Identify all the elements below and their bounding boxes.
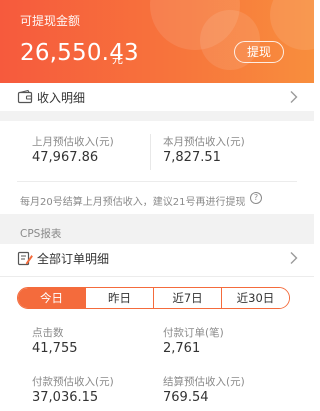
clicks-value: 41,755 xyxy=(32,341,78,356)
paid-orders-label: 付款订单(笔) xyxy=(163,327,224,339)
stats-divider xyxy=(150,134,151,170)
balance-unit: 元 xyxy=(112,53,123,66)
divider xyxy=(0,276,314,277)
tab-last-30-days[interactable]: 近30日 xyxy=(221,288,289,308)
clicks-label: 点击数 xyxy=(32,327,64,339)
withdraw-button[interactable]: 提现 xyxy=(234,41,284,63)
last-month-estimate-value: 47,967.86 xyxy=(32,150,99,165)
tab-last-7-days[interactable]: 近7日 xyxy=(153,288,221,308)
help-icon[interactable]: ? xyxy=(250,192,262,204)
chevron-right-icon xyxy=(290,91,298,103)
paid-orders-value: 2,761 xyxy=(163,341,201,356)
all-orders-label: 全部订单明细 xyxy=(37,252,110,266)
all-orders-row[interactable]: 全部订单明细 xyxy=(0,244,314,272)
settled-income-value: 769.54 xyxy=(163,390,209,405)
paid-income-label: 付款预估收入(元) xyxy=(32,376,114,388)
income-detail-row[interactable]: 收入明细 xyxy=(0,83,314,111)
last-month-estimate-label: 上月预估收入(元) xyxy=(32,136,114,148)
section-gap xyxy=(0,111,314,121)
balance-title: 可提现金额 xyxy=(20,14,81,28)
income-detail-label: 收入明细 xyxy=(37,91,86,105)
settled-income-label: 结算预估收入(元) xyxy=(163,376,245,388)
edit-document-icon xyxy=(17,251,33,266)
balance-header: 可提现金额 26,550.43 元 提现 xyxy=(0,0,314,83)
wallet-icon xyxy=(17,89,33,104)
paid-income-value: 37,036.15 xyxy=(32,390,99,405)
settlement-note: 每月20号结算上月预估收入，建议21号再进行提现 xyxy=(20,197,246,208)
this-month-estimate-value: 7,827.51 xyxy=(163,150,221,165)
divider xyxy=(17,181,297,182)
cps-section-title: CPS报表 xyxy=(20,228,62,240)
tab-today[interactable]: 今日 xyxy=(18,288,85,308)
tab-yesterday[interactable]: 昨日 xyxy=(85,288,153,308)
period-tabs: 今日 昨日 近7日 近30日 xyxy=(17,287,290,309)
this-month-estimate-label: 本月预估收入(元) xyxy=(163,136,245,148)
chevron-right-icon xyxy=(290,252,298,264)
